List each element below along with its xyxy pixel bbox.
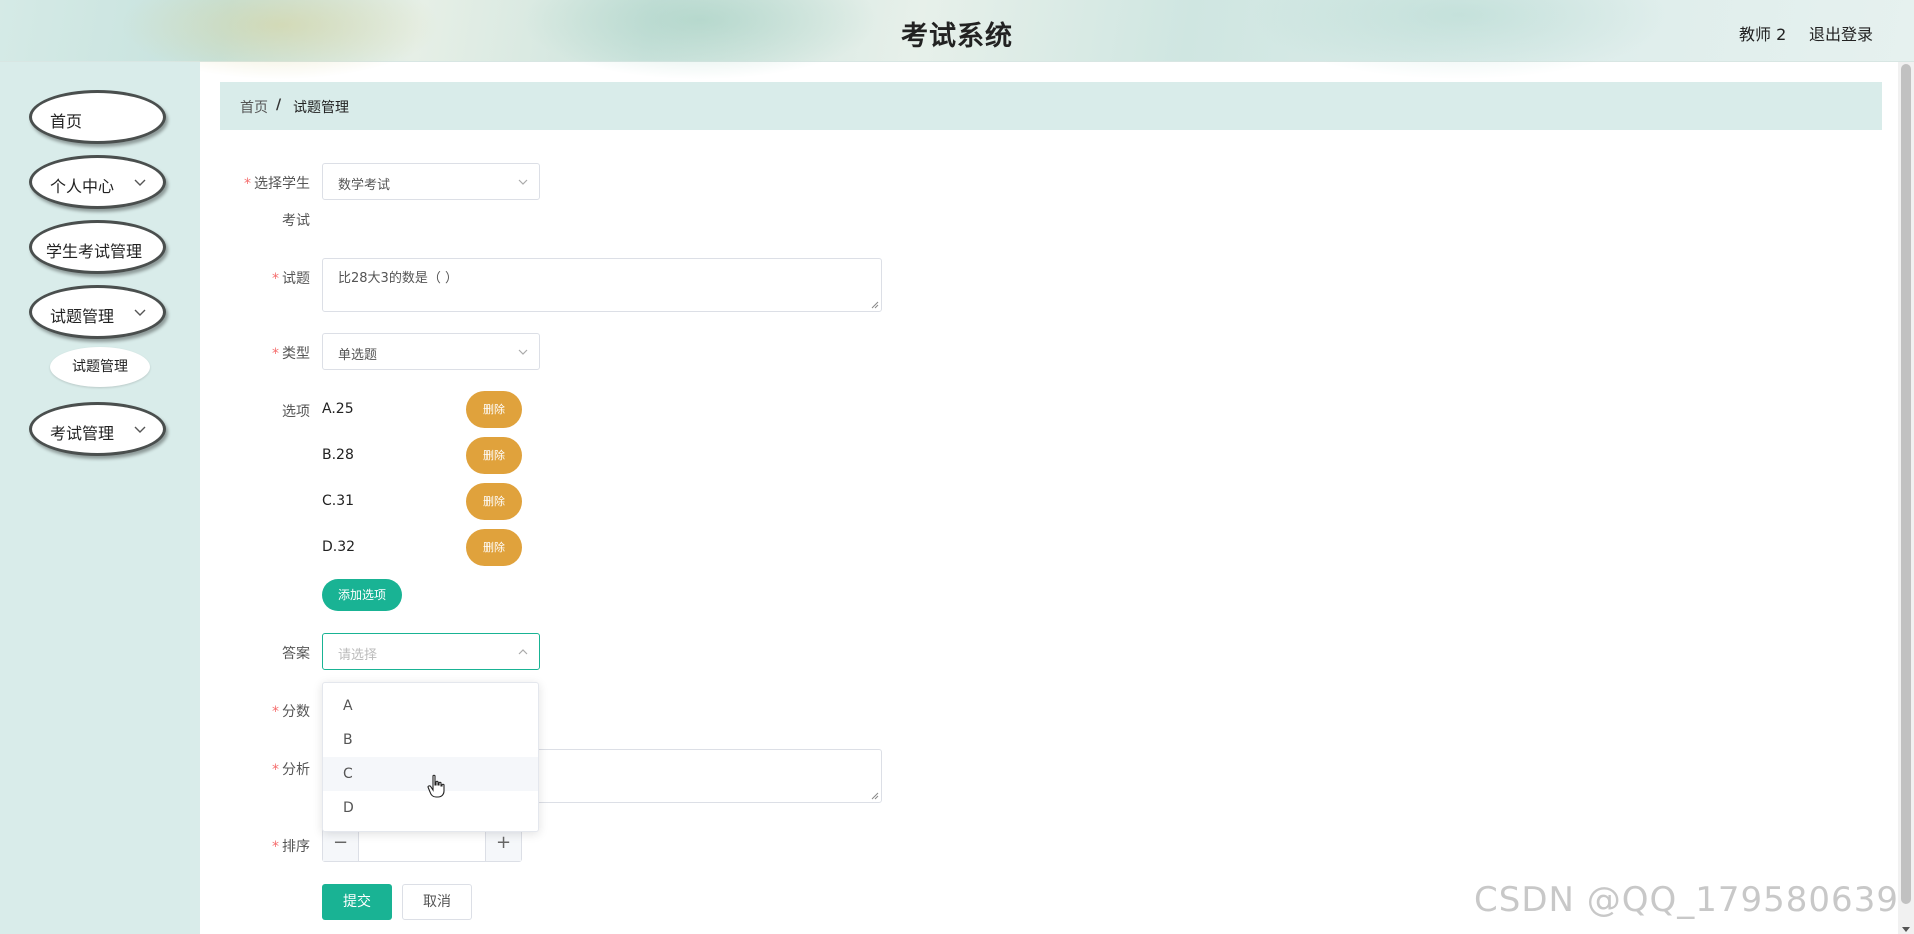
logout-link[interactable]: 退出登录: [1809, 21, 1873, 45]
required-mark: *: [244, 176, 251, 192]
order-label-text: 排序: [282, 839, 310, 855]
option-text: A.25: [322, 401, 354, 417]
scroll-down-icon[interactable]: [1902, 927, 1910, 932]
required-mark: *: [272, 346, 279, 362]
type-select-value: 单选题: [338, 348, 378, 363]
sidebar-item-student-exams[interactable]: 学生考试管理: [29, 220, 166, 274]
answer-dropdown: A B C D: [322, 682, 539, 832]
chevron-down-icon: [134, 179, 146, 186]
type-select[interactable]: 单选题: [322, 333, 540, 370]
question-label-text: 试题: [282, 271, 310, 287]
scrollbar-thumb[interactable]: [1901, 64, 1911, 904]
chevron-down-icon: [134, 309, 146, 316]
resize-grip-icon[interactable]: [871, 301, 879, 309]
exam-select[interactable]: 数学考试: [322, 163, 540, 200]
dropdown-option-label: B: [343, 732, 353, 748]
sidebar: 首页 个人中心 学生考试管理 试题管理 试题管理 考试管理: [0, 62, 200, 934]
option-text: D.32: [322, 539, 356, 555]
question-textarea[interactable]: 比28大3的数是（ ）: [322, 258, 882, 312]
question-label: * 试题: [220, 268, 310, 288]
dropdown-option-label: D: [343, 800, 354, 816]
sidebar-subitem-questions[interactable]: 试题管理: [50, 347, 150, 387]
chevron-down-icon: [518, 349, 528, 355]
score-label: * 分数: [220, 701, 310, 721]
exam-label-line2: 考试: [282, 213, 310, 229]
required-mark: *: [272, 839, 279, 855]
header: 考试系统 教师 2 退出登录: [0, 0, 1914, 80]
delete-option-button[interactable]: 删除: [466, 437, 522, 474]
answer-placeholder: 请选择: [338, 648, 378, 663]
exam-select-value: 数学考试: [338, 178, 391, 193]
option-text: C.31: [322, 493, 355, 509]
sidebar-item-label: 试题管理: [50, 307, 115, 326]
required-mark: *: [272, 704, 279, 720]
sidebar-item-profile[interactable]: 个人中心: [29, 155, 166, 209]
stepper-plus-button[interactable]: +: [485, 827, 521, 861]
analysis-label: * 分析: [220, 759, 310, 779]
breadcrumb-separator: /: [276, 97, 282, 113]
cancel-button[interactable]: 取消: [402, 884, 472, 920]
sidebar-item-home[interactable]: 首页: [29, 90, 166, 144]
question-value: 比28大3的数是（ ）: [338, 271, 458, 286]
sidebar-item-label: 首页: [50, 112, 83, 131]
sidebar-item-label: 个人中心: [50, 177, 115, 196]
sidebar-item-label: 学生考试管理: [46, 242, 143, 261]
answer-select[interactable]: 请选择: [322, 633, 540, 670]
app-title: 考试系统: [901, 21, 1013, 52]
sidebar-item-label: 考试管理: [50, 424, 115, 443]
required-mark: *: [272, 271, 279, 287]
delete-option-button[interactable]: 删除: [466, 529, 522, 566]
resize-grip-icon[interactable]: [871, 792, 879, 800]
breadcrumb-home[interactable]: 首页: [240, 97, 268, 117]
current-user: 教师 2: [1739, 25, 1787, 44]
dropdown-option[interactable]: B: [323, 723, 538, 757]
required-mark: *: [272, 762, 279, 778]
exam-label: * 选择学生: [220, 173, 310, 193]
analysis-label-text: 分析: [282, 762, 310, 778]
dropdown-option[interactable]: A: [323, 689, 538, 723]
scrollbar[interactable]: [1898, 62, 1914, 934]
delete-option-button[interactable]: 删除: [466, 483, 522, 520]
sidebar-item-questions[interactable]: 试题管理: [29, 285, 166, 339]
chevron-down-icon: [134, 426, 146, 433]
type-label: * 类型: [220, 343, 310, 363]
order-label: * 排序: [220, 836, 310, 856]
dropdown-option-label: A: [343, 698, 353, 714]
breadcrumb: 首页 / 试题管理: [220, 82, 1882, 130]
stepper-minus-button[interactable]: −: [323, 827, 359, 861]
watermark: CSDN @QQ_1795806396: [1474, 880, 1914, 920]
hand-cursor-icon: [427, 774, 445, 798]
score-label-text: 分数: [282, 704, 310, 720]
option-text: B.28: [322, 447, 354, 463]
add-option-button[interactable]: 添加选项: [322, 579, 402, 611]
options-label: 选项: [282, 404, 310, 420]
breadcrumb-current: 试题管理: [293, 100, 349, 116]
exam-label-text: 选择学生: [254, 176, 310, 192]
answer-label: 答案: [282, 646, 310, 662]
submit-button[interactable]: 提交: [322, 884, 392, 920]
chevron-down-icon: [518, 179, 528, 185]
type-label-text: 类型: [282, 346, 310, 362]
chevron-up-icon: [518, 649, 528, 655]
dropdown-option-label: C: [343, 766, 353, 782]
delete-option-button[interactable]: 删除: [466, 391, 522, 428]
sidebar-item-exams[interactable]: 考试管理: [29, 402, 166, 456]
